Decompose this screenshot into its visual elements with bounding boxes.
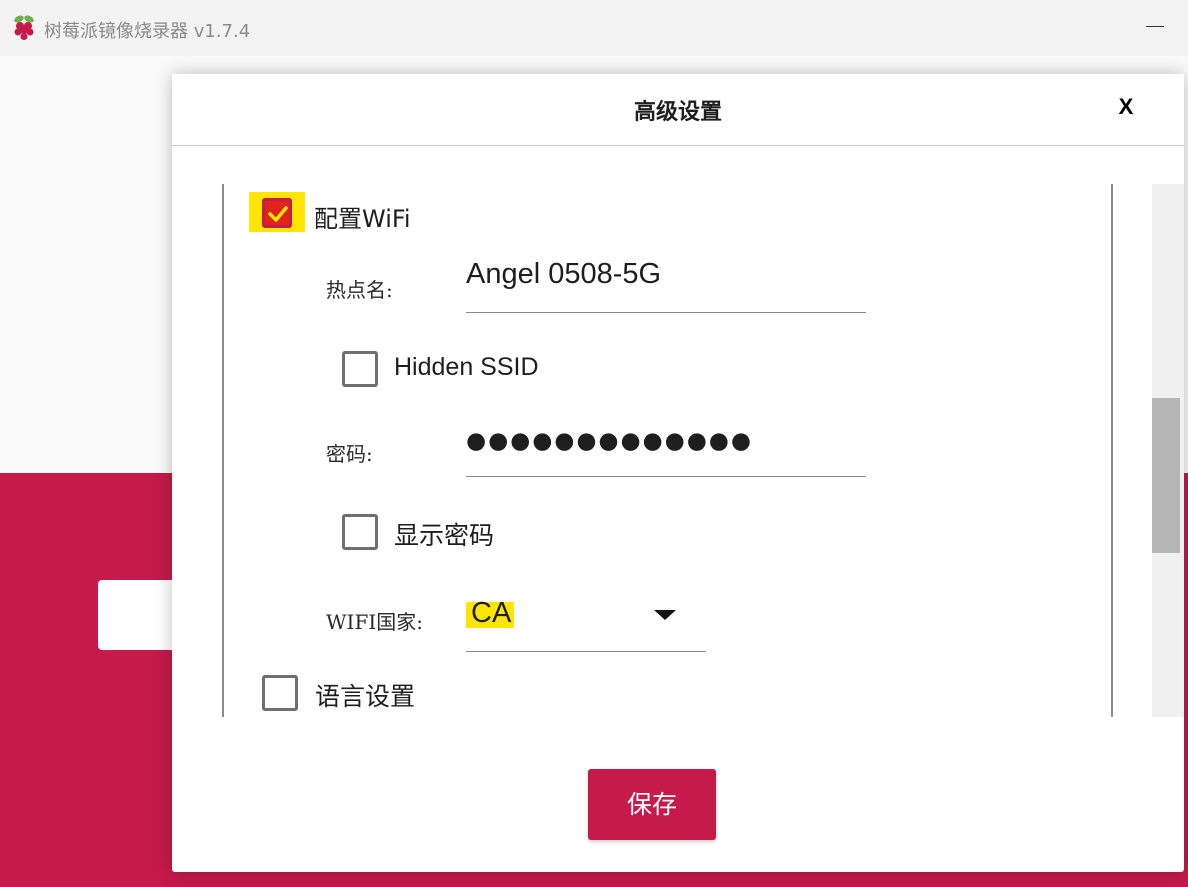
minimize-button[interactable] <box>1146 26 1164 27</box>
chevron-down-icon <box>654 610 676 620</box>
raspberry-icon <box>14 15 34 40</box>
advanced-settings-dialog: 高级设置 X 配置WiFi 热点名: Angel 0508-5G Hidden … <box>172 74 1184 872</box>
content-border-right <box>1111 184 1113 717</box>
wifi-enable-label: 配置WiFi <box>314 205 411 233</box>
close-button[interactable]: X <box>1112 94 1140 122</box>
hidden-ssid-checkbox[interactable] <box>342 351 378 387</box>
show-password-label: 显示密码 <box>394 521 495 550</box>
wifi-country-select[interactable]: CA <box>466 596 706 652</box>
ssid-label: 热点名: <box>326 278 393 302</box>
ssid-input[interactable]: Angel 0508-5G <box>466 258 866 313</box>
window-title: 树莓派镜像烧录器 v1.7.4 <box>44 21 251 42</box>
dialog-header: 高级设置 X <box>172 74 1184 146</box>
wifi-country-label: WIFI国家: <box>326 610 423 634</box>
password-label: 密码: <box>326 442 373 466</box>
wifi-country-value: CA <box>471 597 512 629</box>
hidden-ssid-label: Hidden SSID <box>394 353 539 381</box>
locale-settings-checkbox[interactable] <box>262 675 298 711</box>
locale-settings-label: 语言设置 <box>315 682 416 711</box>
show-password-checkbox[interactable] <box>342 514 378 550</box>
wifi-enable-checkbox[interactable] <box>262 198 292 228</box>
title-bar: 树莓派镜像烧录器 v1.7.4 <box>0 0 1188 56</box>
password-value: ●●●●●●●●●●●●● <box>466 428 753 454</box>
content-border-left <box>222 184 224 717</box>
checkmark-icon <box>268 206 288 222</box>
save-button[interactable]: 保存 <box>588 769 716 840</box>
password-input[interactable]: ●●●●●●●●●●●●● <box>466 426 866 477</box>
dialog-title: 高级设置 <box>633 100 722 125</box>
ssid-value: Angel 0508-5G <box>466 258 662 290</box>
scrollbar-thumb[interactable] <box>1152 398 1180 553</box>
